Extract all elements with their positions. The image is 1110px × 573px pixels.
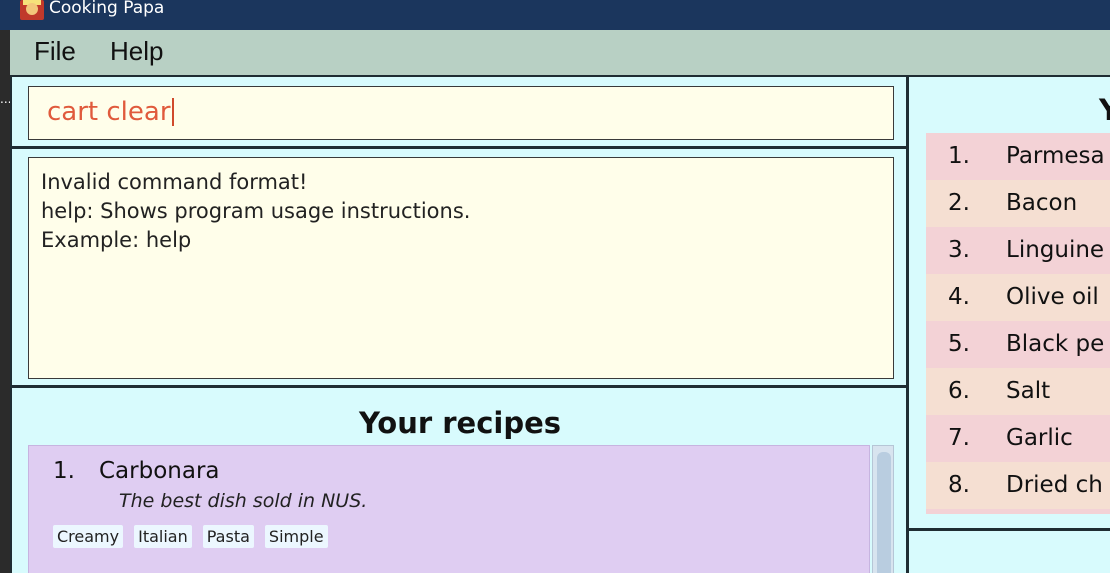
menu-help[interactable]: Help <box>110 36 163 67</box>
main-area: cart clear Invalid command format! help:… <box>10 77 1110 573</box>
tag-chip: Simple <box>264 525 328 548</box>
result-display: Invalid command format! help: Shows prog… <box>28 157 894 379</box>
menu-file[interactable]: File <box>34 36 76 67</box>
background-window-edge: ... <box>0 30 11 573</box>
tag-chip: Creamy <box>53 525 124 548</box>
cart-item[interactable]: 1. Parmesa <box>926 133 1110 180</box>
cart-panel: Y 1. Parmesa 2. Bacon 3. Linguine 4. Olive o… <box>909 77 1110 573</box>
result-display-panel: Invalid command format! help: Shows prog… <box>10 149 906 388</box>
scroll-thumb[interactable] <box>877 452 891 573</box>
cart-item-index: 7. <box>948 425 970 451</box>
cart-list: 1. Parmesa 2. Bacon 3. Linguine 4. Olive oil… <box>926 133 1110 514</box>
cart-item-index: 1. <box>948 143 970 169</box>
cart-item-index: 8. <box>948 472 970 498</box>
recipes-title: Your recipes <box>358 406 562 440</box>
cart-item[interactable]: 4. Olive oil <box>926 274 1110 321</box>
recipe-name: Carbonara <box>99 458 220 484</box>
window-title: Cooking Papa <box>49 0 165 18</box>
title-bar: Cooking Papa <box>0 0 1110 30</box>
result-line: Invalid command format! <box>41 170 308 194</box>
cart-item[interactable]: 5. Black pe <box>926 321 1110 368</box>
left-column: cart clear Invalid command format! help:… <box>10 77 909 573</box>
command-box: cart clear <box>10 77 906 149</box>
cart-item-name: Garlic <box>1006 425 1073 451</box>
cart-item-index: 5. <box>948 331 970 357</box>
cart-item-name: Salt <box>1006 378 1051 404</box>
result-line: help: Shows program usage instructions. <box>41 199 471 223</box>
cart-item-name: Black pe <box>1006 331 1105 357</box>
recipe-list-panel: Your recipes 1. Carbonara The best dish … <box>10 388 906 573</box>
cart-item[interactable]: 8. Dried ch <box>926 462 1110 509</box>
recipe-index: 1. <box>53 458 75 484</box>
recipe-card[interactable]: 1. Carbonara The best dish sold in NUS. … <box>28 445 870 573</box>
cart-item-index: 6. <box>948 378 970 404</box>
cart-item-name: Dried ch <box>1006 472 1103 498</box>
cart-item-name: Bacon <box>1006 190 1078 216</box>
panel-divider <box>909 528 1110 531</box>
recipe-description: The best dish sold in NUS. <box>119 490 368 512</box>
command-text: cart clear <box>47 97 174 127</box>
cart-item[interactable]: 7. Garlic <box>926 415 1110 462</box>
result-line: Example: help <box>41 228 192 252</box>
cart-item[interactable]: 2. Bacon <box>926 180 1110 227</box>
cart-item-name: Linguine <box>1006 237 1105 263</box>
tag-chip: Pasta <box>202 525 254 548</box>
recipe-tags: Creamy Italian Pasta Simple <box>53 525 328 548</box>
command-input[interactable]: cart clear <box>28 86 894 140</box>
app-logo-icon <box>20 0 44 20</box>
cart-item-index: 3. <box>948 237 970 263</box>
tag-chip: Italian <box>134 525 192 548</box>
recipe-list-scrollbar[interactable] <box>872 445 894 573</box>
cart-item-name: Olive oil <box>1006 284 1099 310</box>
menu-bar: File Help <box>10 30 1110 77</box>
cart-item[interactable]: 6. Salt <box>926 368 1110 415</box>
cart-item[interactable]: 3. Linguine <box>926 227 1110 274</box>
cart-item-name: Parmesa <box>1006 143 1105 169</box>
cart-list-end <box>926 509 1110 514</box>
cart-item-index: 4. <box>948 284 970 310</box>
cart-item-index: 2. <box>948 190 970 216</box>
cart-title: Y <box>1099 93 1110 127</box>
text-caret <box>171 98 174 126</box>
